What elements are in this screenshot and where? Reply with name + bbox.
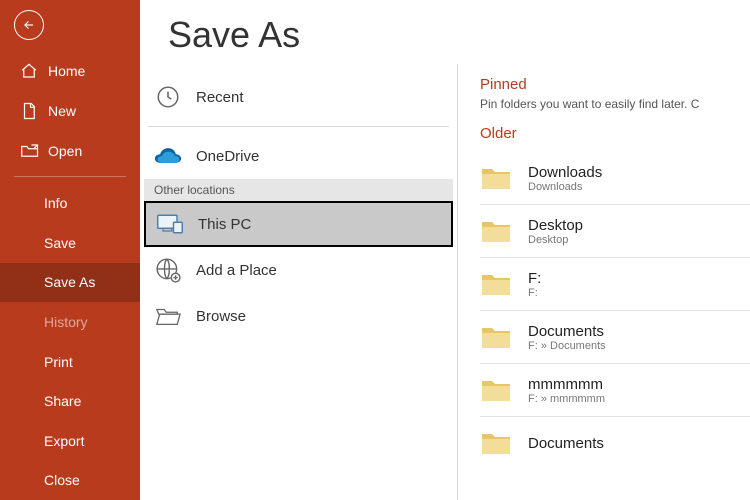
folder-path: Downloads [528, 181, 602, 193]
sidebar-item-new[interactable]: New [0, 91, 140, 131]
page-title: Save As [140, 0, 750, 64]
pinned-title: Pinned [480, 76, 750, 93]
folder-name: Documents [528, 323, 606, 340]
sidebar-label: Export [44, 433, 84, 449]
folder-icon [480, 271, 512, 297]
older-title: Older [480, 125, 750, 142]
folder-name: Documents [528, 435, 604, 452]
globe-plus-icon [154, 256, 182, 284]
location-label: OneDrive [196, 148, 259, 165]
backstage-sidebar: Home New Open Info Save Save As History … [0, 0, 140, 500]
sidebar-label: Save [44, 235, 76, 251]
sidebar-item-save[interactable]: Save [0, 223, 140, 263]
sidebar-item-info[interactable]: Info [0, 183, 140, 223]
main-area: Save As Recent OneDrive Other locat [140, 0, 750, 500]
location-divider [148, 126, 449, 127]
sidebar-item-history: History [0, 302, 140, 342]
pc-icon [156, 210, 184, 238]
locations-pane: Recent OneDrive Other locations This PC [140, 64, 458, 500]
folder-open-icon [154, 302, 182, 330]
other-locations-header: Other locations [144, 179, 453, 201]
location-onedrive[interactable]: OneDrive [144, 133, 453, 179]
back-button[interactable] [14, 10, 44, 40]
folder-row[interactable]: Documents [480, 417, 750, 469]
folder-text: DocumentsF: » Documents [528, 323, 606, 352]
app-root: Home New Open Info Save Save As History … [0, 0, 750, 500]
sidebar-label: Share [44, 393, 81, 409]
folder-name: F: [528, 270, 541, 287]
folder-path: F: [528, 287, 541, 299]
folder-icon [480, 218, 512, 244]
folder-icon [480, 430, 512, 456]
location-addplace[interactable]: Add a Place [144, 247, 453, 293]
home-icon [20, 62, 38, 80]
location-recent[interactable]: Recent [144, 74, 453, 120]
folder-name: Desktop [528, 217, 583, 234]
sidebar-label: Save As [44, 274, 95, 290]
arrow-left-icon [22, 18, 36, 32]
folder-text: DownloadsDownloads [528, 164, 602, 193]
folder-text: Documents [528, 435, 604, 452]
folder-path: F: » Documents [528, 340, 606, 352]
folder-name: mmmmmm [528, 376, 605, 393]
pinned-subtitle: Pin folders you want to easily find late… [480, 97, 750, 111]
folder-text: mmmmmmF: » mmmmmm [528, 376, 605, 405]
sidebar-label: Open [48, 143, 82, 159]
folder-icon [480, 165, 512, 191]
folder-path: F: » mmmmmm [528, 393, 605, 405]
sidebar-label: History [44, 314, 88, 330]
columns: Recent OneDrive Other locations This PC [140, 64, 750, 500]
sidebar-label: Print [44, 354, 73, 370]
cloud-icon [154, 142, 182, 170]
location-label: Add a Place [196, 262, 277, 279]
folder-row[interactable]: DesktopDesktop [480, 205, 750, 257]
location-browse[interactable]: Browse [144, 293, 453, 339]
sidebar-divider [14, 176, 126, 177]
folder-row[interactable]: F:F: [480, 258, 750, 310]
clock-icon [154, 83, 182, 111]
sidebar-item-saveas[interactable]: Save As [0, 263, 140, 303]
location-label: This PC [198, 216, 251, 233]
folder-text: F:F: [528, 270, 541, 299]
folder-icon [480, 324, 512, 350]
folders-pane: Pinned Pin folders you want to easily fi… [458, 64, 750, 500]
folder-icon [480, 377, 512, 403]
sidebar-item-close[interactable]: Close [0, 460, 140, 500]
folder-row[interactable]: mmmmmmF: » mmmmmm [480, 364, 750, 416]
sidebar-item-export[interactable]: Export [0, 421, 140, 461]
sidebar-item-open[interactable]: Open [0, 131, 140, 171]
folder-row[interactable]: DownloadsDownloads [480, 152, 750, 204]
folder-path: Desktop [528, 234, 583, 246]
location-label: Browse [196, 308, 246, 325]
folder-row[interactable]: DocumentsF: » Documents [480, 311, 750, 363]
folder-text: DesktopDesktop [528, 217, 583, 246]
file-icon [20, 102, 38, 120]
location-label: Recent [196, 89, 244, 106]
sidebar-label: Home [48, 63, 85, 79]
open-icon [20, 142, 38, 160]
sidebar-item-home[interactable]: Home [0, 52, 140, 92]
folder-list: DownloadsDownloads DesktopDesktop F:F: Docu… [480, 152, 750, 469]
sidebar-label: Close [44, 472, 80, 488]
folder-name: Downloads [528, 164, 602, 181]
sidebar-label: New [48, 103, 76, 119]
sidebar-item-print[interactable]: Print [0, 342, 140, 382]
location-thispc[interactable]: This PC [144, 201, 453, 247]
sidebar-label: Info [44, 195, 67, 211]
sidebar-item-share[interactable]: Share [0, 381, 140, 421]
